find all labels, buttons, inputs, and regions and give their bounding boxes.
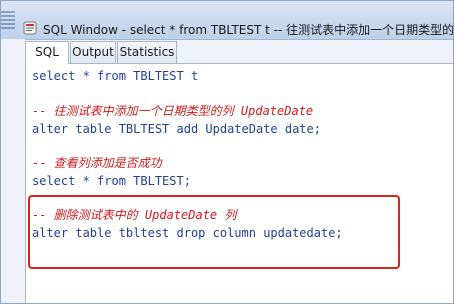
comment-line: -- 查看列添加是否成功 — [32, 156, 162, 170]
code-line: select * from TBLTEST; — [32, 174, 191, 188]
title-bar[interactable]: SQL Window - select * from TBLTEST t -- … — [1, 1, 454, 40]
tab-output[interactable]: Output — [70, 41, 116, 63]
window-title: SQL Window - select * from TBLTEST t -- … — [43, 23, 454, 37]
sql-window: SQL Window - select * from TBLTEST t -- … — [0, 0, 454, 304]
left-gutter — [1, 39, 25, 303]
tab-bar: SQL Output Statistics — [25, 41, 453, 64]
grip-handle[interactable] — [1, 11, 15, 29]
sql-window-icon — [23, 21, 37, 35]
code-line: alter table TBLTEST add UpdateDate date; — [32, 122, 321, 136]
sql-editor[interactable]: select * from TBLTEST t -- 往测试表中添加一个日期类型… — [25, 63, 453, 303]
tab-sql[interactable]: SQL — [25, 41, 69, 64]
comment-line: -- 往测试表中添加一个日期类型的列 UpdateDate — [32, 104, 314, 118]
highlight-box — [28, 195, 400, 269]
code-line: select * from TBLTEST t — [32, 69, 199, 83]
tab-statistics[interactable]: Statistics — [117, 41, 177, 63]
